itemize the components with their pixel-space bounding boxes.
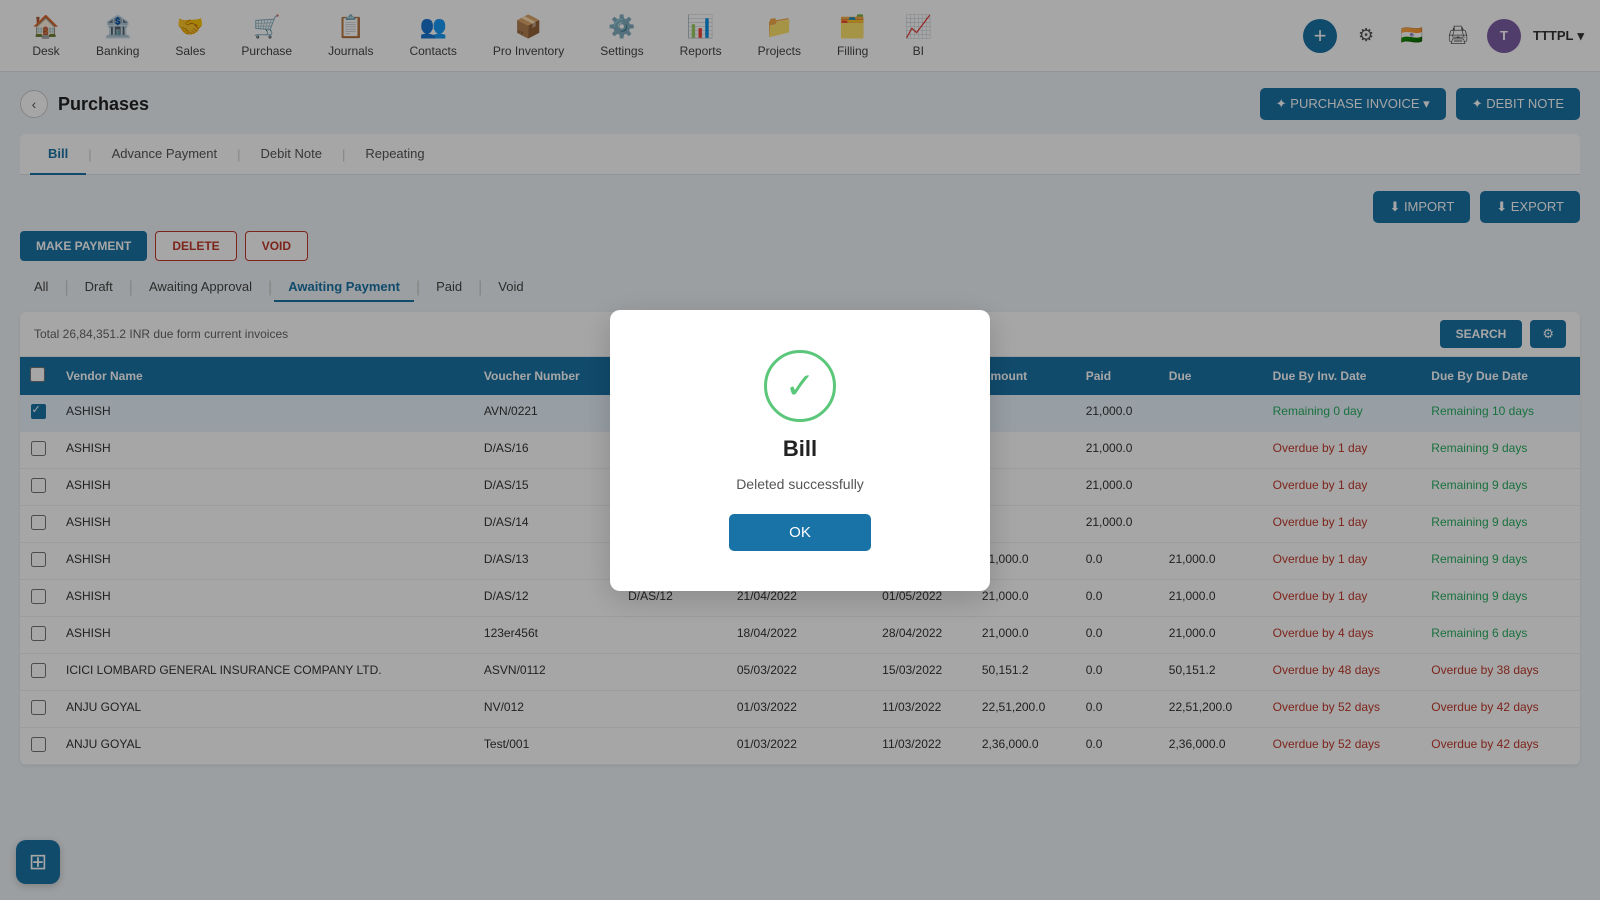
modal-message: Deleted successfully xyxy=(736,476,864,492)
success-icon: ✓ xyxy=(764,350,836,422)
modal-overlay: ✓ Bill Deleted successfully OK xyxy=(0,0,1600,900)
modal-ok-button[interactable]: OK xyxy=(729,514,871,551)
modal-box: ✓ Bill Deleted successfully OK xyxy=(610,310,990,591)
modal-title: Bill xyxy=(783,436,817,462)
